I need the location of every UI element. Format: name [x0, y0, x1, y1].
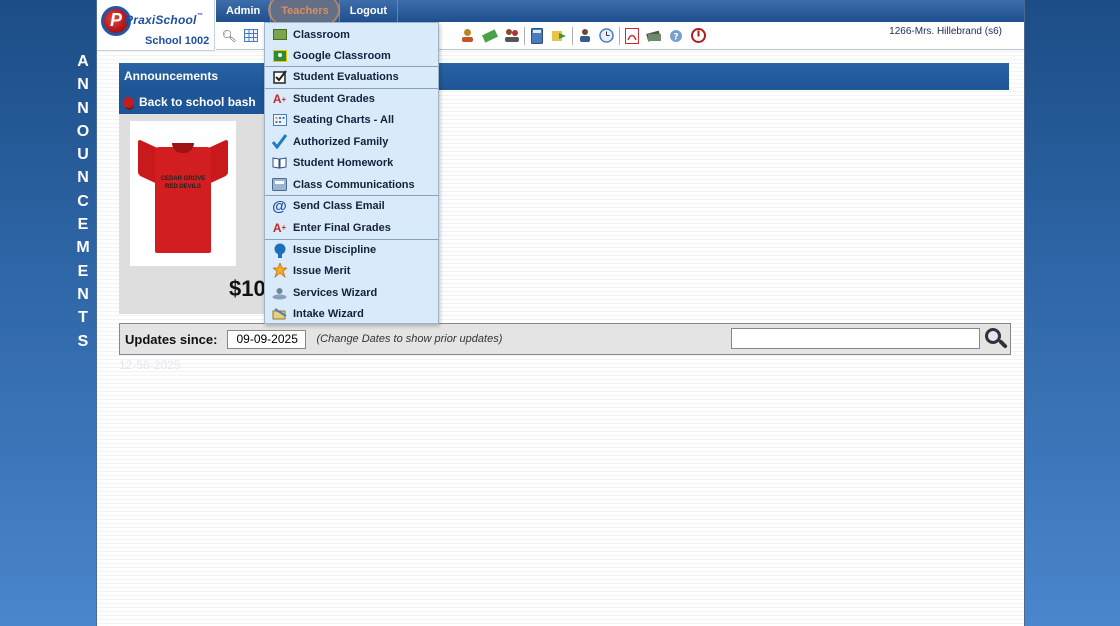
- help-icon[interactable]: ?: [668, 27, 685, 44]
- menu-item-google-classroom[interactable]: Google Classroom: [265, 45, 438, 66]
- intake-icon: [272, 306, 287, 321]
- user-info[interactable]: 1266-Mrs. Hillebrand (s6): [889, 26, 1002, 37]
- toolbar-separator: [618, 26, 620, 45]
- logo[interactable]: PraxiSchool™ School 1002: [97, 0, 215, 51]
- teachers-dropdown-menu: Classroom Google Classroom Student Evalu…: [264, 22, 439, 324]
- grade-icon: A +: [272, 92, 287, 106]
- logo-brand: PraxiSchool: [125, 13, 197, 27]
- menu-item-student-evaluations[interactable]: Student Evaluations: [265, 66, 438, 87]
- menu-item-student-grades[interactable]: A + Student Grades: [265, 88, 438, 109]
- arrow-icon[interactable]: [551, 27, 568, 44]
- side-letter: E: [77, 216, 89, 234]
- calculator-icon[interactable]: [529, 27, 546, 44]
- services-icon: [272, 285, 287, 300]
- merit-icon: [272, 263, 287, 278]
- menu-item-enter-final-grades[interactable]: A + Enter Final Grades: [265, 217, 438, 238]
- menu-item-authorized-family[interactable]: Authorized Family: [265, 131, 438, 152]
- grade-icon: A +: [272, 220, 287, 235]
- nav-logout[interactable]: Logout: [340, 0, 398, 22]
- menu-item-issue-merit[interactable]: Issue Merit: [265, 260, 438, 281]
- announcements-header: Announcements: [119, 63, 1009, 90]
- price: $10: [229, 276, 266, 301]
- menu-item-classroom[interactable]: Classroom: [265, 24, 438, 45]
- book-icon: [272, 155, 287, 170]
- communications-icon: [272, 177, 287, 192]
- main-page: PraxiSchool™ School 1002 Admin Teachers …: [96, 0, 1025, 626]
- announcement-post[interactable]: Back to school bash CEDAR GROVE RED DEVI…: [119, 90, 269, 314]
- menu-item-class-communications[interactable]: Class Communications: [265, 174, 438, 195]
- side-letter: S: [77, 332, 89, 350]
- toolbar-separator: [571, 26, 573, 45]
- menu-item-send-class-email[interactable]: @ Send Class Email: [265, 195, 438, 216]
- menu-item-intake-wizard[interactable]: Intake Wizard: [265, 303, 438, 324]
- side-letter: C: [77, 192, 89, 210]
- side-letter: U: [77, 146, 89, 164]
- side-letter: N: [77, 285, 89, 303]
- side-letter: N: [77, 99, 89, 117]
- updates-label: Updates since:: [125, 331, 218, 347]
- side-banner: A N N O U N C E M E N T S: [70, 50, 96, 353]
- nav-admin[interactable]: Admin: [216, 0, 272, 22]
- at-icon: @: [272, 197, 287, 215]
- menu-item-issue-discipline[interactable]: Issue Discipline: [265, 239, 438, 260]
- side-letter: M: [76, 239, 90, 257]
- logo-tm: ™: [196, 13, 203, 19]
- checkbox-icon: [272, 70, 287, 85]
- faded-date: 12-56-2025: [119, 358, 181, 372]
- school-name: School 1002: [145, 35, 210, 47]
- nav-teachers[interactable]: Teachers: [271, 0, 340, 22]
- teacher-icon[interactable]: [459, 27, 476, 44]
- updates-bar: Updates since: (Change Dates to show pri…: [119, 323, 1011, 355]
- money-icon[interactable]: [481, 27, 498, 44]
- grid-icon[interactable]: [243, 27, 260, 44]
- stack-icon[interactable]: [646, 27, 663, 44]
- shirt-print: CEDAR GROVE RED DEVILS: [160, 175, 206, 190]
- menu-item-seating-charts[interactable]: Seating Charts - All: [265, 109, 438, 130]
- search-button[interactable]: [984, 327, 1008, 351]
- search-input[interactable]: [731, 328, 980, 349]
- updates-hint: (Change Dates to show prior updates): [316, 333, 503, 345]
- clock-icon[interactable]: [598, 27, 615, 44]
- discipline-icon: [272, 243, 287, 258]
- pin-icon: [120, 94, 137, 110]
- side-letter: N: [77, 76, 89, 94]
- side-letter: E: [77, 262, 89, 280]
- power-icon[interactable]: [690, 27, 707, 44]
- seating-chart-icon: [272, 112, 287, 127]
- checkmark-icon: [272, 134, 287, 149]
- toolbar-separator: [524, 26, 526, 45]
- google-classroom-icon: [272, 48, 287, 63]
- people-icon[interactable]: [576, 27, 593, 44]
- svg-text:?: ?: [674, 32, 679, 42]
- pdf-icon[interactable]: [623, 27, 640, 44]
- group-icon[interactable]: [504, 27, 521, 44]
- post-title-row[interactable]: Back to school bash: [119, 90, 269, 114]
- updates-date-input[interactable]: [227, 329, 307, 349]
- menu-item-student-homework[interactable]: Student Homework: [265, 152, 438, 173]
- tshirt-icon: CEDAR GROVE RED DEVILS: [138, 135, 228, 253]
- side-letter: N: [77, 169, 89, 187]
- classroom-icon: [272, 27, 287, 42]
- side-letter: T: [78, 309, 88, 327]
- side-letter: A: [77, 53, 89, 70]
- top-nav: Admin Teachers Logout: [216, 0, 1024, 22]
- shirt-image[interactable]: CEDAR GROVE RED DEVILS: [130, 121, 236, 266]
- post-title[interactable]: Back to school bash: [139, 95, 256, 109]
- search-icon[interactable]: 🔍︎: [221, 27, 238, 44]
- menu-item-services-wizard[interactable]: Services Wizard: [265, 282, 438, 303]
- side-letter: O: [76, 122, 90, 140]
